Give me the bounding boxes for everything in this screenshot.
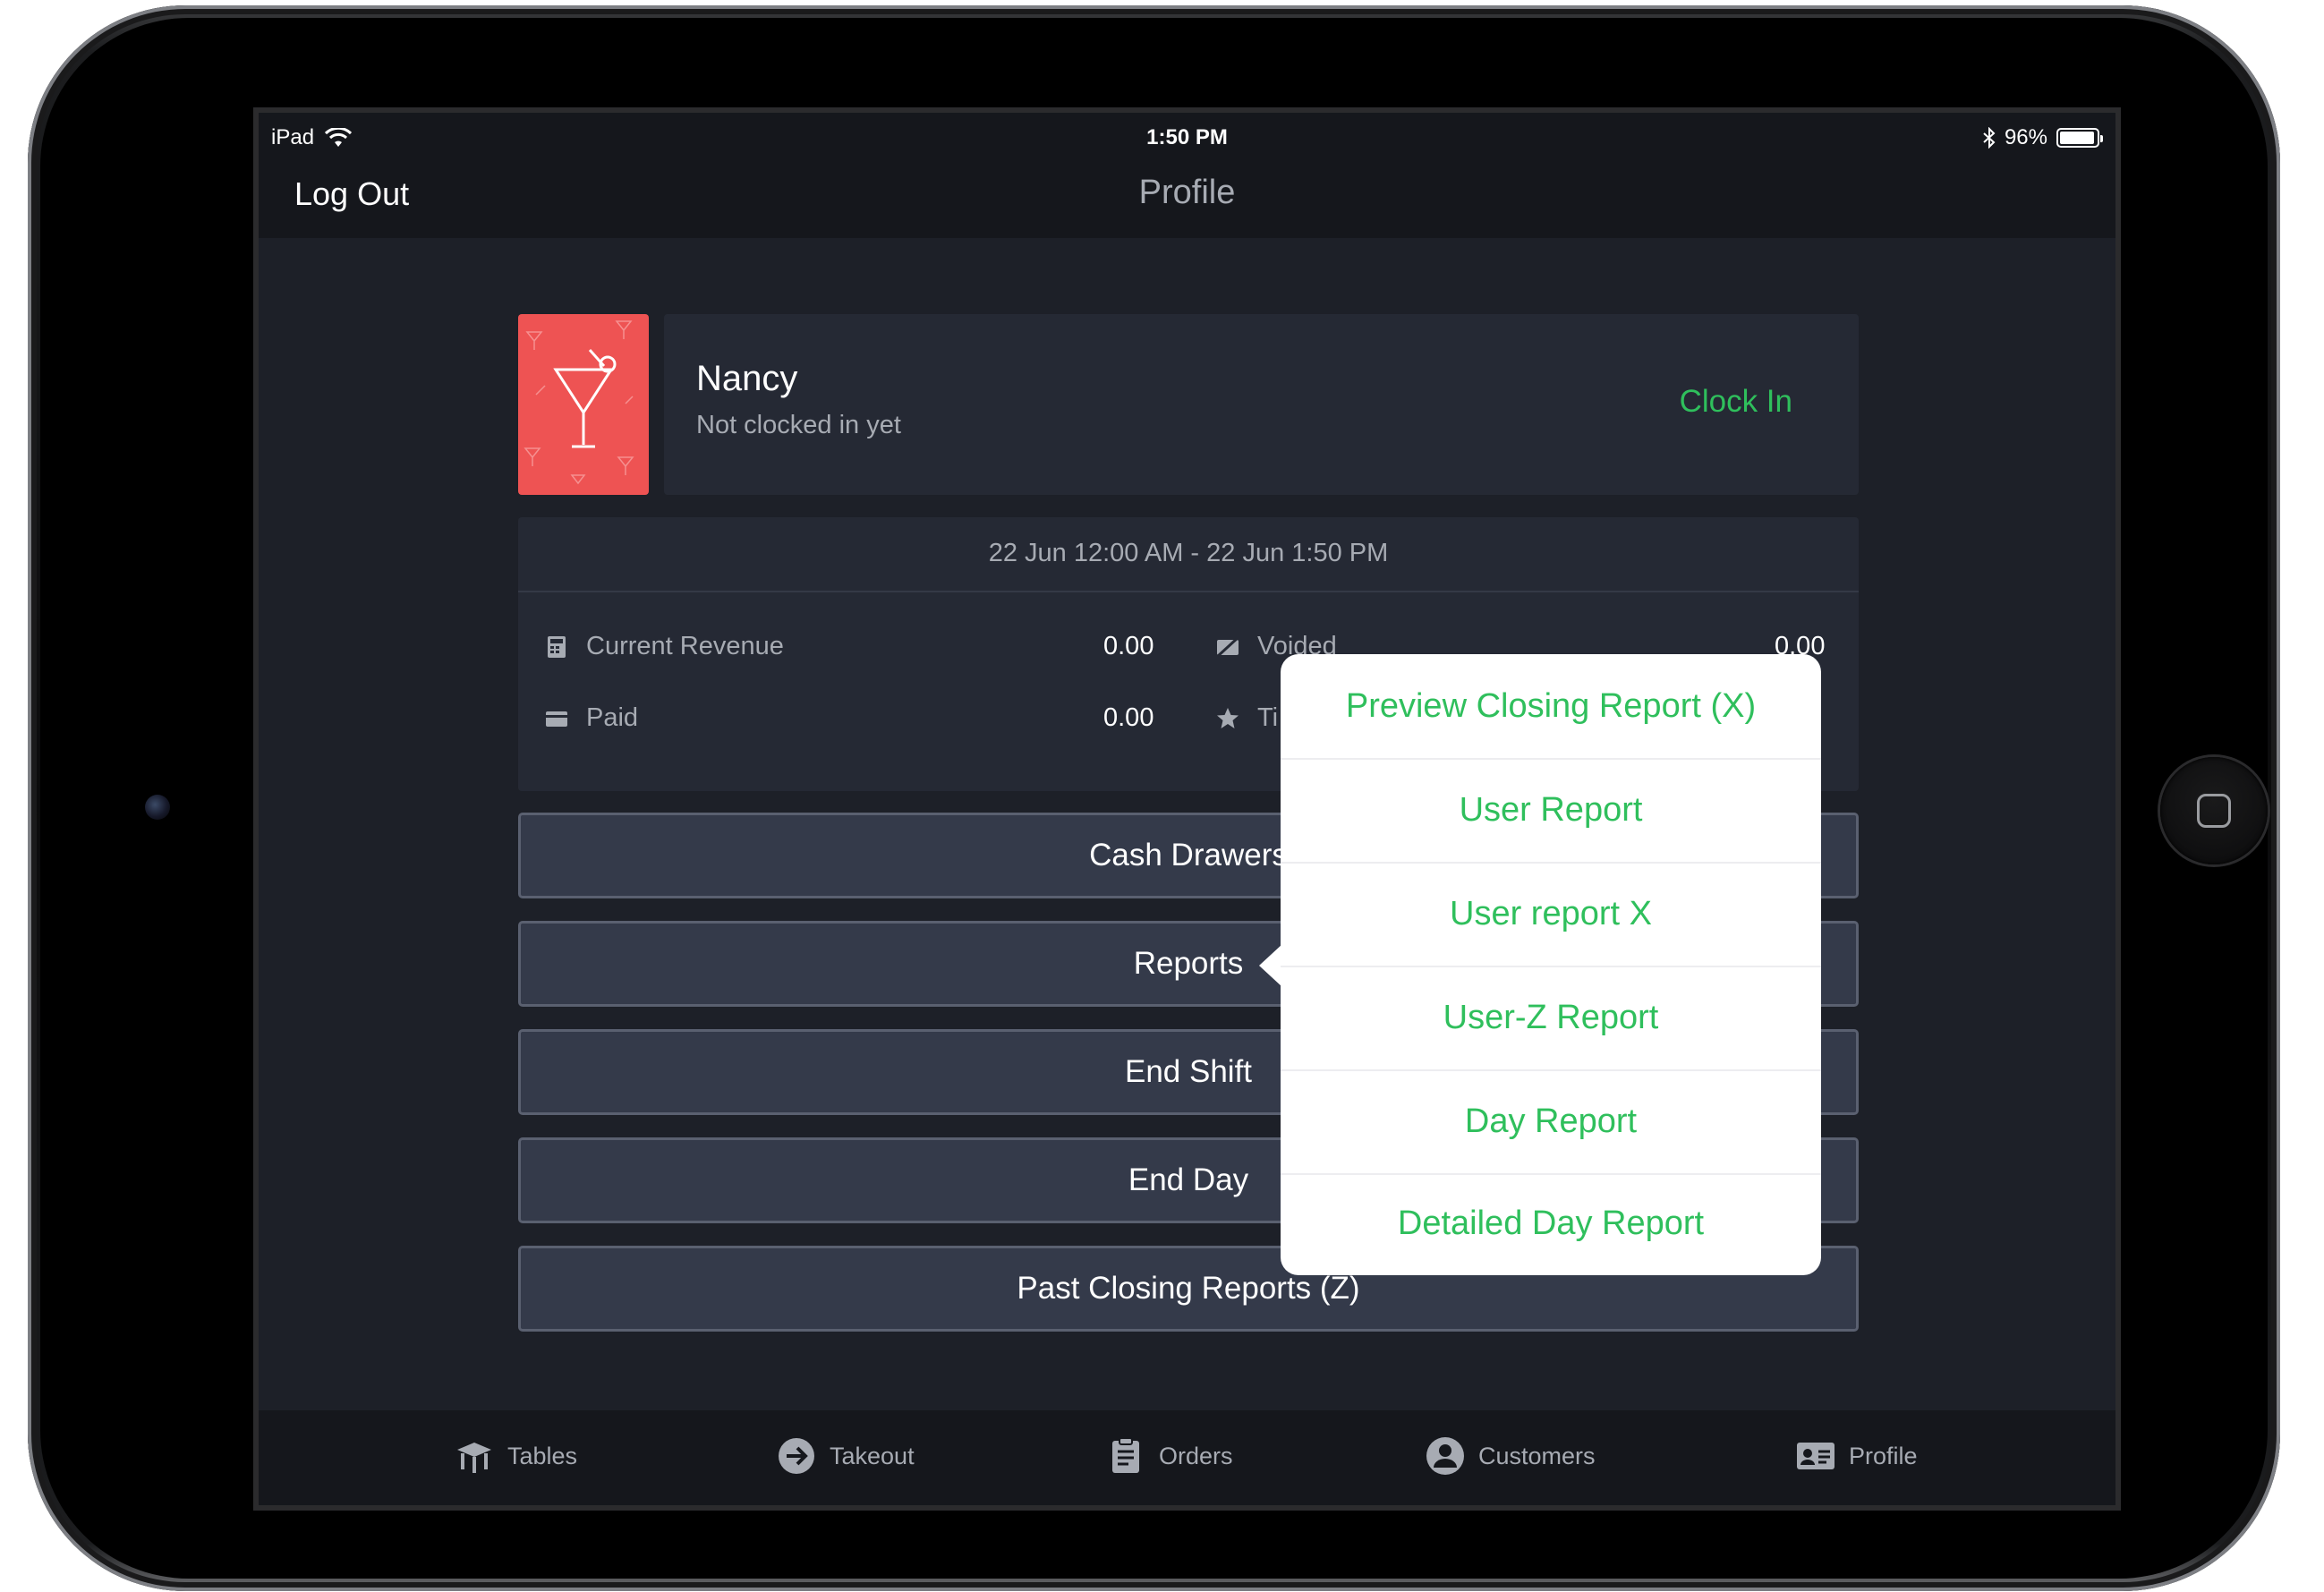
- card-icon: [546, 711, 567, 727]
- tab-label: Takeout: [830, 1442, 915, 1469]
- tab-label: Tables: [507, 1442, 578, 1469]
- tab-takeout[interactable]: Takeout: [776, 1435, 915, 1477]
- user-name: Nancy: [696, 359, 798, 398]
- popover-arrow: [1259, 944, 1282, 987]
- home-square-icon: [2197, 794, 2231, 828]
- top-bar: iPad 1:50 PM 96% Log Out Profile: [259, 113, 2115, 238]
- tables-icon: [457, 1443, 491, 1473]
- battery-percent: 96%: [2004, 125, 2047, 149]
- camera-icon: [145, 795, 170, 820]
- cocktail-pattern-icon: [524, 320, 634, 485]
- date-range: 22 Jun 12:00 AM - 22 Jun 1:50 PM: [988, 539, 1389, 567]
- paid-value: 0.00: [1103, 703, 1154, 732]
- current-revenue-value: 0.00: [1103, 632, 1154, 660]
- tab-orders[interactable]: Orders: [1105, 1435, 1233, 1477]
- tab-tables[interactable]: Tables: [454, 1435, 577, 1477]
- user-z-report-item[interactable]: User-Z Report: [1281, 966, 1821, 1069]
- profile-card: Nancy Not clocked in yet Clock In: [664, 314, 1859, 495]
- tips-row: Ti: [1214, 703, 1278, 733]
- tab-bar: Tables Takeout Orders Customers Profile: [259, 1410, 2115, 1505]
- page-title: Profile: [1138, 174, 1236, 211]
- user-report-item[interactable]: User Report: [1281, 758, 1821, 862]
- clock-status: Not clocked in yet: [696, 411, 901, 439]
- profile-card-icon: [1797, 1443, 1835, 1469]
- orders-icon: [1112, 1437, 1139, 1473]
- tab-profile[interactable]: Profile: [1795, 1435, 1918, 1477]
- tab-customers[interactable]: Customers: [1425, 1435, 1596, 1477]
- detailed-day-report-item[interactable]: Detailed Day Report: [1281, 1171, 1821, 1275]
- paid-label: Paid: [586, 703, 639, 732]
- current-revenue-label: Current Revenue: [586, 632, 784, 660]
- stats-divider: [518, 591, 1859, 592]
- star-icon: [1217, 707, 1239, 728]
- preview-closing-report-item[interactable]: Preview Closing Report (X): [1281, 654, 1821, 758]
- bluetooth-icon: [1983, 127, 1996, 149]
- home-button[interactable]: [2160, 757, 2268, 864]
- tips-label: Ti: [1257, 703, 1279, 732]
- status-right: 96%: [1983, 125, 2103, 150]
- avatar: [518, 314, 649, 495]
- user-report-x-item[interactable]: User report X: [1281, 862, 1821, 966]
- tab-label: Orders: [1159, 1442, 1233, 1469]
- current-revenue-row: Current Revenue: [543, 632, 784, 661]
- day-report-item[interactable]: Day Report: [1281, 1069, 1821, 1173]
- voided-icon: [1215, 635, 1240, 658]
- reports-popover: Preview Closing Report (X) User Report U…: [1259, 654, 1821, 1275]
- clock-in-button[interactable]: Clock In: [1680, 384, 1792, 420]
- tab-label: Profile: [1849, 1442, 1918, 1469]
- customers-icon: [1426, 1437, 1464, 1475]
- battery-level: [2060, 132, 2095, 144]
- paid-row: Paid: [543, 703, 638, 733]
- takeout-icon: [779, 1438, 814, 1474]
- tab-label: Customers: [1478, 1442, 1596, 1469]
- status-time: 1:50 PM: [1146, 125, 1228, 149]
- app-screen: iPad 1:50 PM 96% Log Out Profile Nancy N…: [253, 107, 2121, 1511]
- ipad-frame: iPad 1:50 PM 96% Log Out Profile Nancy N…: [28, 5, 2280, 1591]
- battery-icon: [2056, 128, 2103, 148]
- register-icon: [548, 635, 566, 658]
